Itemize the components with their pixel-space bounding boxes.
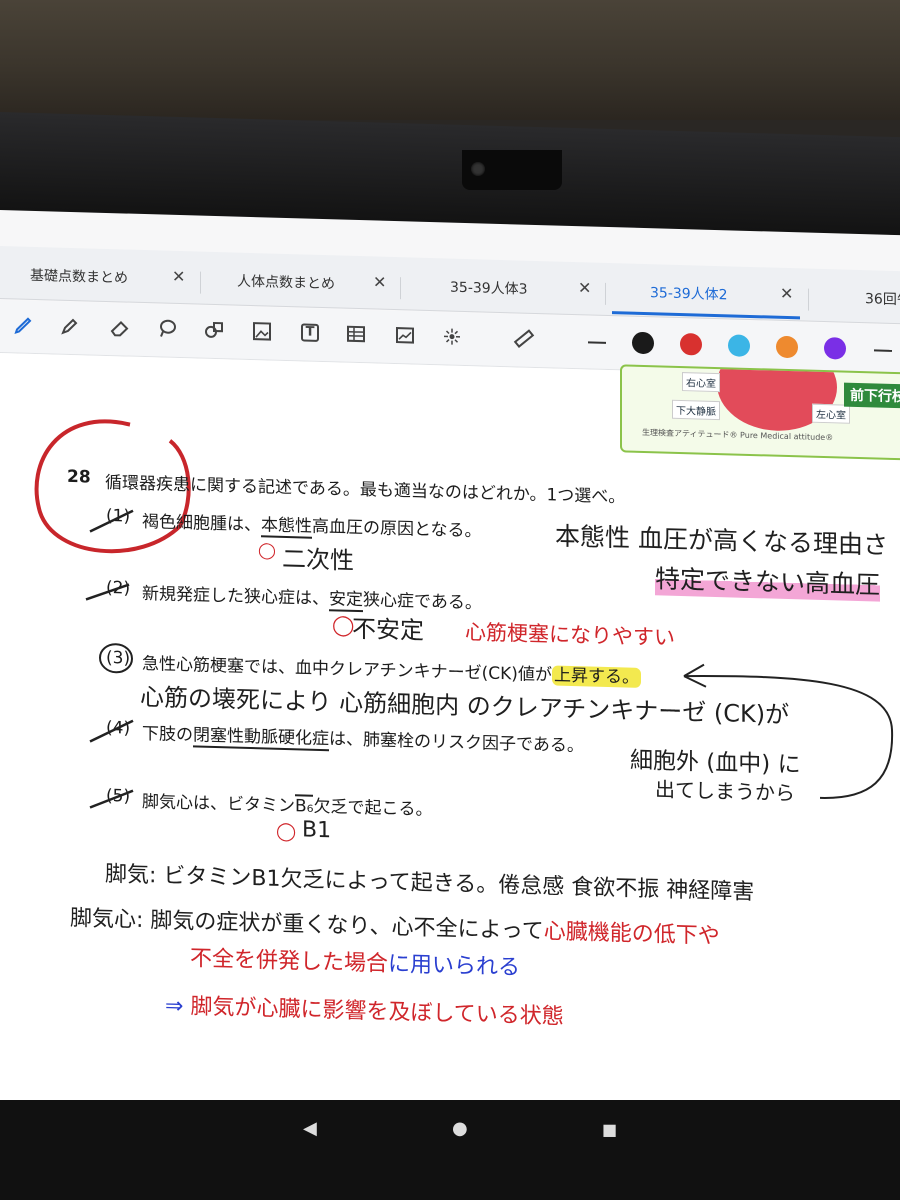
close-icon[interactable]: ✕ <box>780 284 793 303</box>
tab-basic-summary[interactable]: 基礎点数まとめ ✕ <box>30 261 200 298</box>
close-icon[interactable]: ✕ <box>578 278 591 297</box>
option-number: (3) <box>106 647 131 669</box>
note-beriberi-heart: 脚気心: 脚気の症状が重くなり、心不全によって心臓機能の低下や <box>70 900 720 950</box>
color-swatch-cyan[interactable] <box>728 334 750 357</box>
close-icon[interactable]: ✕ <box>172 267 185 286</box>
close-icon[interactable]: ✕ <box>373 272 386 291</box>
option-text: 欠乏で起こる。 <box>313 796 433 821</box>
tab-label: 基礎点数まとめ <box>30 267 128 287</box>
answer-circle-mark: ◯ <box>276 820 297 843</box>
desk-background <box>0 0 900 120</box>
note-definition: 本態性 血圧が高くなる理由さ <box>555 521 888 560</box>
option-4: 下肢の閉塞性動脈硬化症は、肺塞栓のリスク因子である。 <box>142 719 584 756</box>
note-text: 脚気が心臓に影響を及ぼしている状態 <box>190 994 564 1030</box>
option-2: 新規発症した狭心症は、安定狭心症である。 <box>142 579 482 613</box>
tab-divider <box>605 282 606 305</box>
text-icon[interactable]: T <box>298 320 322 345</box>
home-button[interactable]: ● <box>452 1118 468 1139</box>
strike-mark <box>89 509 134 533</box>
option-text: は、肺塞栓のリスク因子である。 <box>329 729 584 757</box>
note-text: に用いられる <box>388 951 521 981</box>
note-beriberi: 脚気: ビタミンB1欠乏によって起きる。倦怠感 食欲不振 神経障害 <box>105 861 755 906</box>
lasso-icon[interactable] <box>155 316 179 341</box>
strike-mark <box>89 719 134 743</box>
stroke-width-thick[interactable] <box>874 349 892 352</box>
option-text: 褐色細胞腫は、 <box>142 511 261 536</box>
note-definition: 特定できない高血圧 <box>655 559 881 602</box>
figure-label: 前下行枝 <box>844 382 900 409</box>
highlighter-icon[interactable] <box>58 314 82 339</box>
note-answer: B1 <box>302 817 332 844</box>
option-5: 脚気心は、ビタミンB₆欠乏で起こる。 <box>142 787 432 820</box>
figure-footer: 生理検査アティテュード® Pure Medical attitude® <box>642 427 834 443</box>
figure-label: 下大静脈 <box>672 399 720 421</box>
note-beriberi-heart: 不全を併発した場合に用いられる <box>190 940 520 981</box>
recents-button[interactable]: ■ <box>602 1120 617 1139</box>
color-swatch-red[interactable] <box>680 332 702 356</box>
option-text: 下肢の <box>142 723 193 746</box>
laser-icon[interactable] <box>440 324 464 349</box>
back-button[interactable]: ◀ <box>303 1118 317 1139</box>
question-number: 28 <box>67 466 91 488</box>
tab-body-summary[interactable]: 人体点数まとめ ✕ <box>237 267 397 303</box>
tab-divider <box>400 277 401 300</box>
option-text: 新規発症した狭心症は、 <box>142 583 329 610</box>
arrow-annotation <box>683 663 894 799</box>
table-icon[interactable] <box>344 322 368 347</box>
heart-figure: 右心室 下大静脈 左心室 前下行枝 生理検査アティテュード® Pure Medi… <box>620 364 900 461</box>
tab-label: 36回午 <box>865 291 900 309</box>
stroke-width-thin[interactable] <box>588 341 606 344</box>
eraser-icon[interactable] <box>108 315 132 340</box>
figure-label: 右心室 <box>682 372 720 393</box>
option-keyword: B₆ <box>295 794 314 817</box>
system-nav-bar: ◀ ● ■ <box>0 1100 900 1200</box>
color-swatch-orange[interactable] <box>776 335 798 359</box>
pen-icon[interactable] <box>12 312 36 337</box>
tab-36-morning[interactable]: 36回午 <box>865 284 900 317</box>
option-text: 高血圧の原因となる。 <box>312 516 482 542</box>
option-keyword: 上昇する。 <box>551 665 641 688</box>
color-swatch-purple[interactable] <box>824 337 846 360</box>
note-text: ⇒ <box>165 993 184 1020</box>
strike-mark <box>89 789 134 809</box>
note-text: 心臓機能の低下や <box>543 919 720 950</box>
tablet-screen: 基礎点数まとめ ✕ 人体点数まとめ ✕ 35-39人体3 ✕ 35-39人体2 … <box>0 210 900 1141</box>
answer-circle-mark: ◯ <box>258 540 276 560</box>
ruler-icon[interactable] <box>512 326 536 351</box>
option-keyword: 本態性 <box>261 515 312 539</box>
note-conclusion: ⇒ 脚気が心臓に影響を及ぼしている状態 <box>165 988 564 1031</box>
document-page: 右心室 下大静脈 左心室 前下行枝 生理検査アティテュード® Pure Medi… <box>0 353 900 1139</box>
tab-3539-body2[interactable]: 35-39人体2 ✕ <box>650 278 800 314</box>
tab-label: 35-39人体3 <box>450 279 528 298</box>
option-keyword: 閉塞性動脈硬化症 <box>193 725 329 752</box>
tab-divider <box>808 288 809 311</box>
chart-icon[interactable] <box>393 323 417 348</box>
tab-divider <box>200 271 201 294</box>
tab-label: 35-39人体2 <box>650 285 728 304</box>
text-glyph: T <box>305 324 315 340</box>
figure-label: 左心室 <box>812 403 850 424</box>
note-answer: 不安定 <box>352 614 424 645</box>
note-text: 不全を併発した場合 <box>190 946 389 977</box>
camera-lens <box>471 162 485 176</box>
option-text: 脚気心は、ビタミン <box>142 791 295 817</box>
note-red: 心筋梗塞になりやすい <box>465 619 675 650</box>
image-icon[interactable] <box>250 319 274 344</box>
tab-label: 人体点数まとめ <box>237 273 335 293</box>
note-text: 脚気心: 脚気の症状が重くなり、心不全によって <box>70 905 544 945</box>
note-answer: 二次性 <box>282 544 354 575</box>
strike-mark <box>85 583 130 601</box>
color-swatch-black[interactable] <box>632 331 654 355</box>
shapes-icon[interactable] <box>202 318 226 343</box>
tab-3539-body3[interactable]: 35-39人体3 ✕ <box>450 273 600 309</box>
